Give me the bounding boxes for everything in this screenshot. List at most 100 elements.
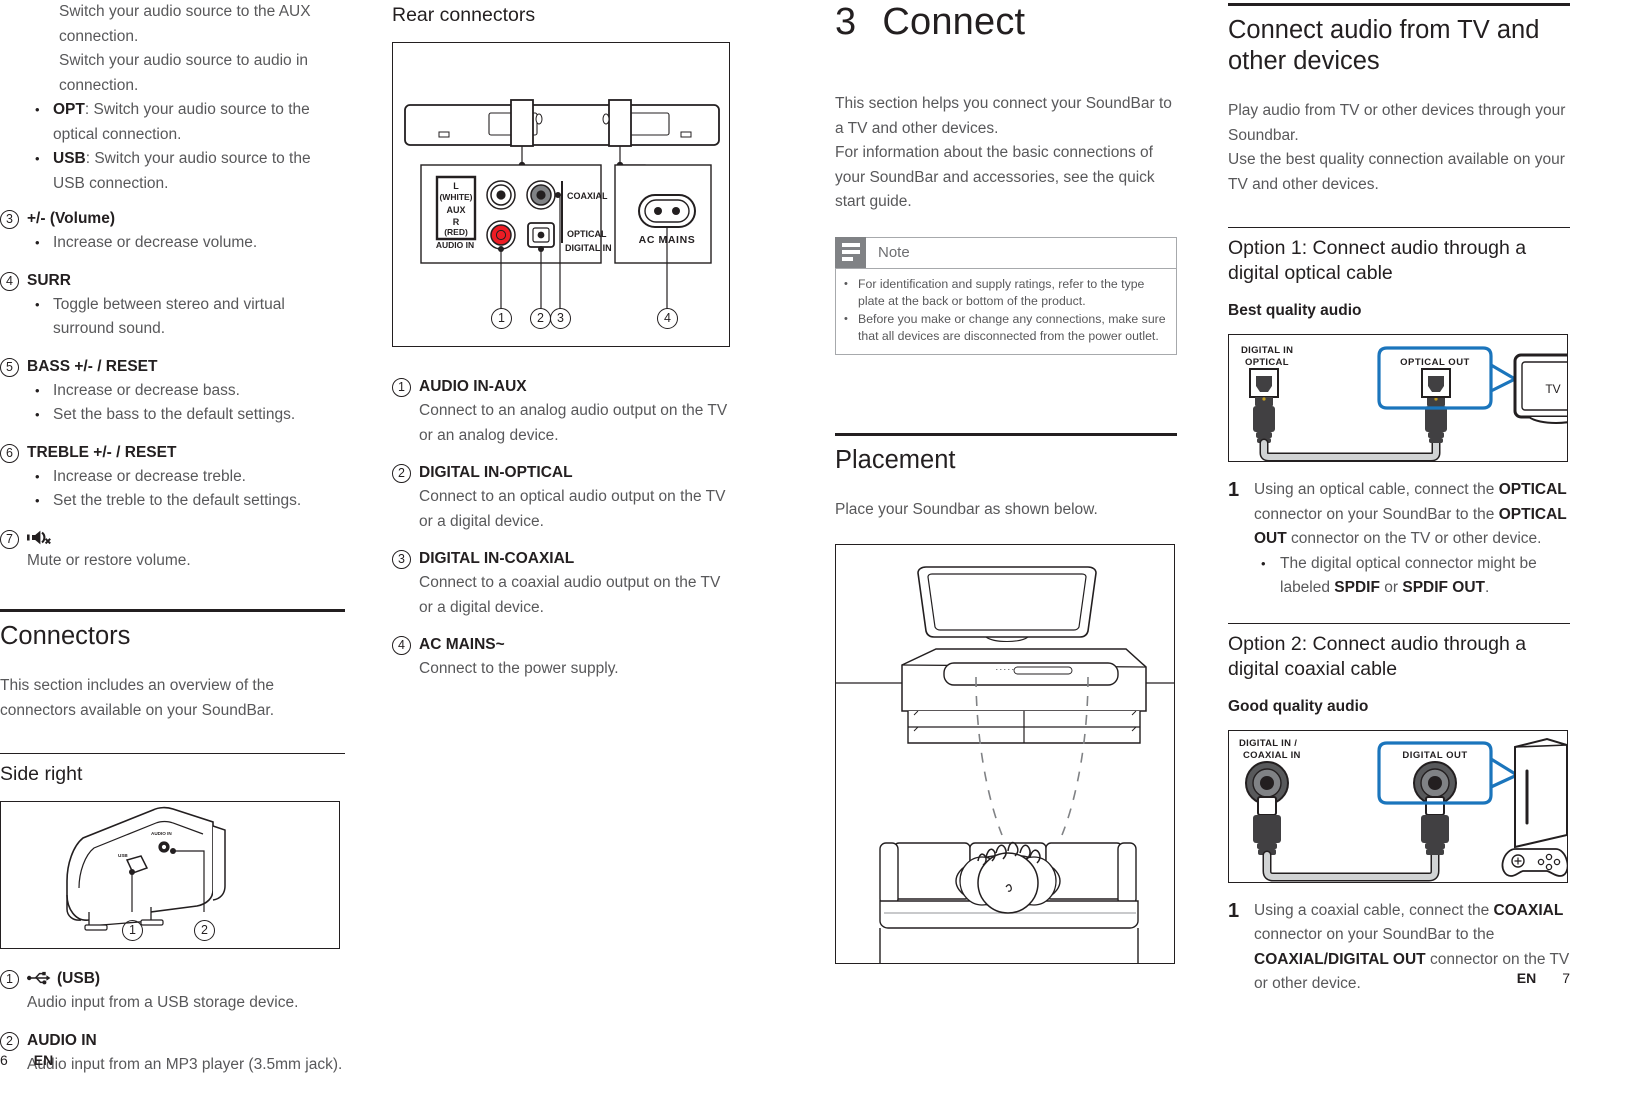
callout-number: 1 bbox=[392, 378, 411, 397]
control-label: BASS +/- / RESET bbox=[27, 357, 158, 375]
figure-label-digital-out: DIGITAL OUT bbox=[1402, 750, 1467, 761]
callout-number: 4 bbox=[0, 271, 19, 291]
usb-bold: USB bbox=[53, 150, 86, 167]
mute-speaker-icon bbox=[27, 527, 345, 549]
figure-label-audio-in: AUDIO IN bbox=[151, 831, 172, 836]
connect-audio-paragraph-2: Use the best quality connection availabl… bbox=[1228, 151, 1565, 193]
subsection-rule bbox=[1228, 622, 1570, 624]
continued-line-1: Switch your audio source to the AUX conn… bbox=[59, 3, 311, 45]
rear-connector-description: Connect to an optical audio output on th… bbox=[419, 488, 726, 530]
callout-number: 7 bbox=[0, 529, 19, 549]
chapter-intro-1: This section helps you connect your Soun… bbox=[835, 95, 1172, 137]
language-code: EN bbox=[1516, 969, 1537, 986]
figure-label-white: (WHITE) bbox=[439, 192, 472, 202]
chapter-number: 3 bbox=[835, 1, 857, 43]
usb-description: Audio input from a USB storage device. bbox=[27, 994, 299, 1011]
column-left-1: Switch your audio source to the AUX conn… bbox=[0, 0, 345, 1079]
rear-connector-label: DIGITAL IN-COAXIAL bbox=[419, 550, 575, 567]
subsection-rule bbox=[0, 753, 345, 754]
note-icon bbox=[835, 236, 866, 268]
connect-audio-paragraph-1: Play audio from TV or other devices thro… bbox=[1228, 102, 1566, 144]
control-item-6: 6 TREBLE +/- / RESET • Increase or decre… bbox=[0, 441, 345, 514]
bullet-dot: • bbox=[35, 407, 40, 422]
callout-number: 2 bbox=[392, 464, 411, 483]
figure-callout-2: 2 bbox=[530, 308, 551, 329]
callout-number: 5 bbox=[0, 357, 19, 377]
rear-connector-item-1: 1 AUDIO IN-AUX Connect to an analog audi… bbox=[392, 375, 732, 448]
rear-connector-label: AUDIO IN-AUX bbox=[419, 378, 527, 395]
figure-callout-3: 3 bbox=[550, 308, 571, 329]
control-description: Mute or restore volume. bbox=[27, 551, 191, 569]
figure-label-optical: OPTICAL bbox=[567, 229, 607, 239]
usb-icon bbox=[27, 971, 53, 985]
continued-bullet-usb: • USB: Switch your audio source to the U… bbox=[0, 147, 345, 196]
footer-left: 6 EN bbox=[0, 1052, 53, 1068]
figure-label-coaxial: COAXIAL bbox=[567, 191, 608, 201]
option-1-heading: Option 1: Connect audio through a digita… bbox=[1228, 237, 1527, 284]
column-right-2: Connect audio from TV and other devices … bbox=[1228, 0, 1570, 997]
side-connector-item-1: 1 (USB) Audio input from a USB storage d… bbox=[0, 967, 345, 1016]
rear-connector-item-2: 2 DIGITAL IN-OPTICAL Connect to an optic… bbox=[392, 461, 732, 534]
note-item-text: For identification and supply ratings, r… bbox=[858, 276, 1145, 309]
bullet-dot: • bbox=[844, 277, 848, 290]
figure-label-coaxial-in: COAXIAL IN bbox=[1243, 750, 1301, 761]
figure-callout-4: 4 bbox=[657, 308, 678, 329]
rear-connectors-heading: Rear connectors bbox=[392, 4, 536, 26]
section-rule bbox=[835, 432, 1177, 436]
rear-connector-label: AC MAINS~ bbox=[419, 636, 505, 653]
figure-callout-1: 1 bbox=[491, 308, 512, 329]
figure-label-digital-in: DIGITAL IN bbox=[1241, 345, 1293, 356]
option-1-step-text: Using an optical cable, connect the OPTI… bbox=[1254, 481, 1567, 547]
placement-heading: Placement bbox=[835, 445, 956, 474]
note-title: Note bbox=[878, 244, 910, 261]
connectors-heading: Connectors bbox=[0, 622, 131, 650]
continued-line-2: Switch your audio source to audio in con… bbox=[59, 52, 309, 94]
figure-callout-2: 2 bbox=[194, 920, 215, 941]
control-bullet: • Increase or decrease bass. bbox=[27, 379, 345, 404]
side-right-figure: AUDIO IN USB 1 2 bbox=[0, 801, 340, 949]
option-1-substep-text: The digital optical connector might be l… bbox=[1280, 554, 1537, 597]
audio-in-description: Audio input from an MP3 player (3.5mm ja… bbox=[27, 1055, 343, 1073]
note-list-item: • Before you make or change any connecti… bbox=[844, 311, 1166, 346]
control-bullet-text: Toggle between stereo and virtual surrou… bbox=[53, 295, 285, 338]
note-box: Note • For identification and supply rat… bbox=[835, 236, 1177, 355]
figure-label-audio-in: AUDIO IN bbox=[436, 240, 474, 250]
chapter-intro-2: For information about the basic connecti… bbox=[835, 144, 1155, 210]
rear-connector-item-3: 3 DIGITAL IN-COAXIAL Connect to a coaxia… bbox=[392, 547, 732, 620]
note-header: Note bbox=[835, 236, 1176, 269]
figure-label-usb: USB bbox=[118, 853, 128, 858]
control-bullet: • Increase or decrease volume. bbox=[27, 231, 345, 256]
chapter-heading: 3 Connect bbox=[835, 0, 1177, 44]
rear-connector-label: DIGITAL IN-OPTICAL bbox=[419, 464, 573, 481]
coaxial-connection-figure: DIGITAL IN / COAXIAL IN DIGITAL OUT bbox=[1228, 729, 1568, 883]
note-body: • For identification and supply ratings,… bbox=[836, 269, 1176, 354]
bullet-dot: • bbox=[35, 296, 40, 312]
connectors-intro: This section includes an overview of the… bbox=[0, 677, 275, 719]
control-bullet-text: Set the treble to the default settings. bbox=[53, 492, 302, 509]
step-number: 1 bbox=[1228, 899, 1240, 922]
placement-intro: Place your Soundbar as shown below. bbox=[835, 500, 1098, 518]
connect-audio-heading: Connect audio from TV and other devices bbox=[1228, 16, 1540, 75]
usb-label: (USB) bbox=[57, 970, 101, 987]
callout-number: 2 bbox=[0, 1031, 19, 1051]
opt-rest: : Switch your audio source to the optica… bbox=[53, 101, 310, 143]
bullet-dot: • bbox=[35, 151, 40, 166]
control-item-3: 3 +/- (Volume) • Increase or decrease vo… bbox=[0, 207, 345, 256]
section-rule bbox=[0, 609, 345, 612]
figure-label-optical-out: OPTICAL OUT bbox=[1400, 357, 1470, 368]
control-bullet: • Toggle between stereo and virtual surr… bbox=[27, 293, 345, 342]
bullet-dot: • bbox=[35, 382, 40, 398]
bullet-dot: • bbox=[35, 235, 40, 250]
page-number: 7 bbox=[1562, 969, 1570, 986]
callout-number: 3 bbox=[392, 550, 411, 569]
callout-number: 3 bbox=[0, 210, 19, 229]
control-label: +/- (Volume) bbox=[27, 210, 115, 227]
bullet-dot: • bbox=[35, 468, 40, 484]
figure-label-digital-in: DIGITAL IN bbox=[565, 243, 612, 253]
bullet-dot: • bbox=[35, 102, 40, 117]
figure-label-digital-in: DIGITAL IN / bbox=[1239, 738, 1297, 749]
bullet-dot: • bbox=[1261, 555, 1266, 571]
note-item-text: Before you make or change any connection… bbox=[858, 311, 1166, 344]
opt-bold: OPT bbox=[53, 101, 85, 118]
control-bullet: • Set the bass to the default settings. bbox=[27, 403, 345, 428]
